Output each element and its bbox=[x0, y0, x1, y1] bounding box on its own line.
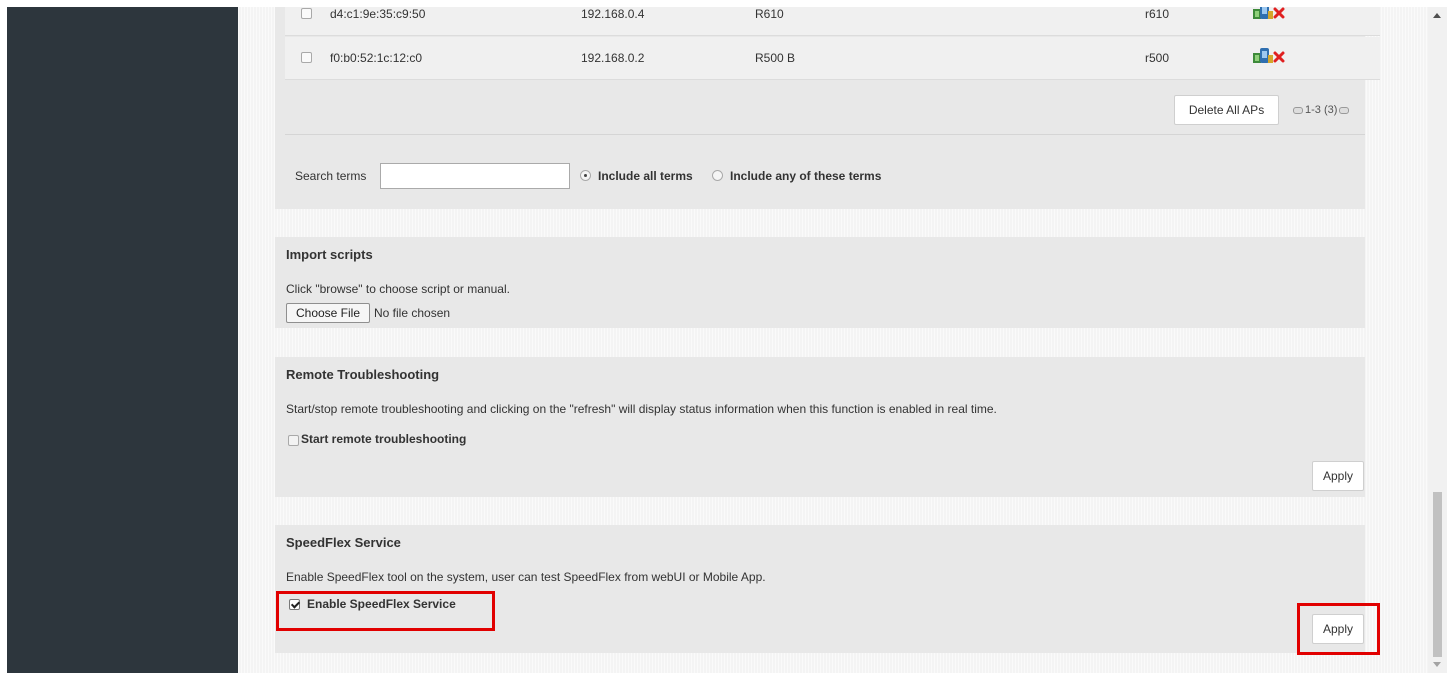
page-next-icon[interactable] bbox=[1339, 106, 1350, 114]
import-scripts-description: Click "browse" to choose script or manua… bbox=[286, 282, 510, 296]
scroll-up-icon[interactable] bbox=[1433, 13, 1441, 18]
choose-file-button[interactable]: Choose File bbox=[286, 303, 370, 323]
search-terms-label: Search terms bbox=[295, 169, 367, 183]
ap-name: R500 B bbox=[755, 51, 796, 65]
divider bbox=[285, 134, 1365, 135]
vertical-scrollbar[interactable] bbox=[1428, 7, 1447, 673]
ap-config-icon[interactable] bbox=[1253, 7, 1273, 19]
import-scripts-panel: Import scripts Click "browse" to choose … bbox=[275, 237, 1365, 328]
ap-list-panel: d4:c1:9e:35:c9:50 192.168.0.4 R610 r610 bbox=[275, 7, 1380, 209]
main-content: d4:c1:9e:35:c9:50 192.168.0.4 R610 r610 bbox=[238, 7, 1428, 673]
speedflex-panel: SpeedFlex Service Enable SpeedFlex tool … bbox=[275, 525, 1365, 653]
ap-ip: 192.168.0.4 bbox=[581, 7, 645, 21]
ap-mac: f0:b0:52:1c:12:c0 bbox=[330, 51, 423, 65]
search-input[interactable] bbox=[380, 163, 570, 189]
page-prev-icon[interactable] bbox=[1293, 106, 1303, 114]
ap-actions bbox=[1252, 46, 1296, 68]
speedflex-title: SpeedFlex Service bbox=[286, 535, 401, 550]
pagination-range: 1-3 (3) bbox=[1305, 104, 1338, 116]
scrollbar-thumb[interactable] bbox=[1433, 492, 1442, 657]
include-all-label: Include all terms bbox=[598, 169, 693, 183]
ap-name: R610 bbox=[755, 7, 784, 21]
include-any-label: Include any of these terms bbox=[730, 169, 882, 183]
delete-all-aps-button[interactable]: Delete All APs bbox=[1174, 95, 1279, 125]
ap-model: r500 bbox=[1145, 51, 1170, 65]
file-status: No file chosen bbox=[374, 306, 451, 320]
ap-actions bbox=[1252, 7, 1296, 24]
highlight-box bbox=[276, 591, 495, 631]
start-remote-troubleshooting-checkbox[interactable] bbox=[288, 435, 299, 446]
pagination: 1-3 (3) bbox=[1293, 104, 1350, 116]
top-margin bbox=[0, 0, 1447, 7]
delete-icon[interactable] bbox=[1273, 7, 1285, 19]
ap-config-icon[interactable] bbox=[1253, 48, 1273, 63]
sidebar bbox=[7, 7, 238, 673]
left-margin bbox=[0, 0, 7, 673]
remote-troubleshooting-panel: Remote Troubleshooting Start/stop remote… bbox=[275, 357, 1365, 497]
scroll-down-icon[interactable] bbox=[1433, 662, 1441, 667]
row-select-checkbox[interactable] bbox=[301, 52, 312, 63]
remote-troubleshooting-apply-button[interactable]: Apply bbox=[1312, 461, 1364, 491]
ap-model: r610 bbox=[1145, 7, 1170, 21]
remote-troubleshooting-description: Start/stop remote troubleshooting and cl… bbox=[286, 402, 997, 416]
include-all-radio[interactable] bbox=[580, 170, 591, 181]
table-row: d4:c1:9e:35:c9:50 192.168.0.4 R610 r610 bbox=[285, 7, 1380, 36]
table-row: f0:b0:52:1c:12:c0 192.168.0.2 R500 B r50… bbox=[285, 37, 1380, 80]
remote-troubleshooting-title: Remote Troubleshooting bbox=[286, 367, 440, 382]
include-any-radio[interactable] bbox=[712, 170, 723, 181]
row-select-checkbox[interactable] bbox=[301, 8, 312, 19]
delete-icon[interactable] bbox=[1273, 51, 1285, 63]
speedflex-description: Enable SpeedFlex tool on the system, use… bbox=[286, 570, 766, 584]
ap-mac: d4:c1:9e:35:c9:50 bbox=[330, 7, 426, 21]
ap-ip: 192.168.0.2 bbox=[581, 51, 645, 65]
start-remote-troubleshooting-label: Start remote troubleshooting bbox=[301, 432, 467, 446]
import-scripts-title: Import scripts bbox=[286, 247, 373, 262]
highlight-box bbox=[1297, 603, 1380, 655]
